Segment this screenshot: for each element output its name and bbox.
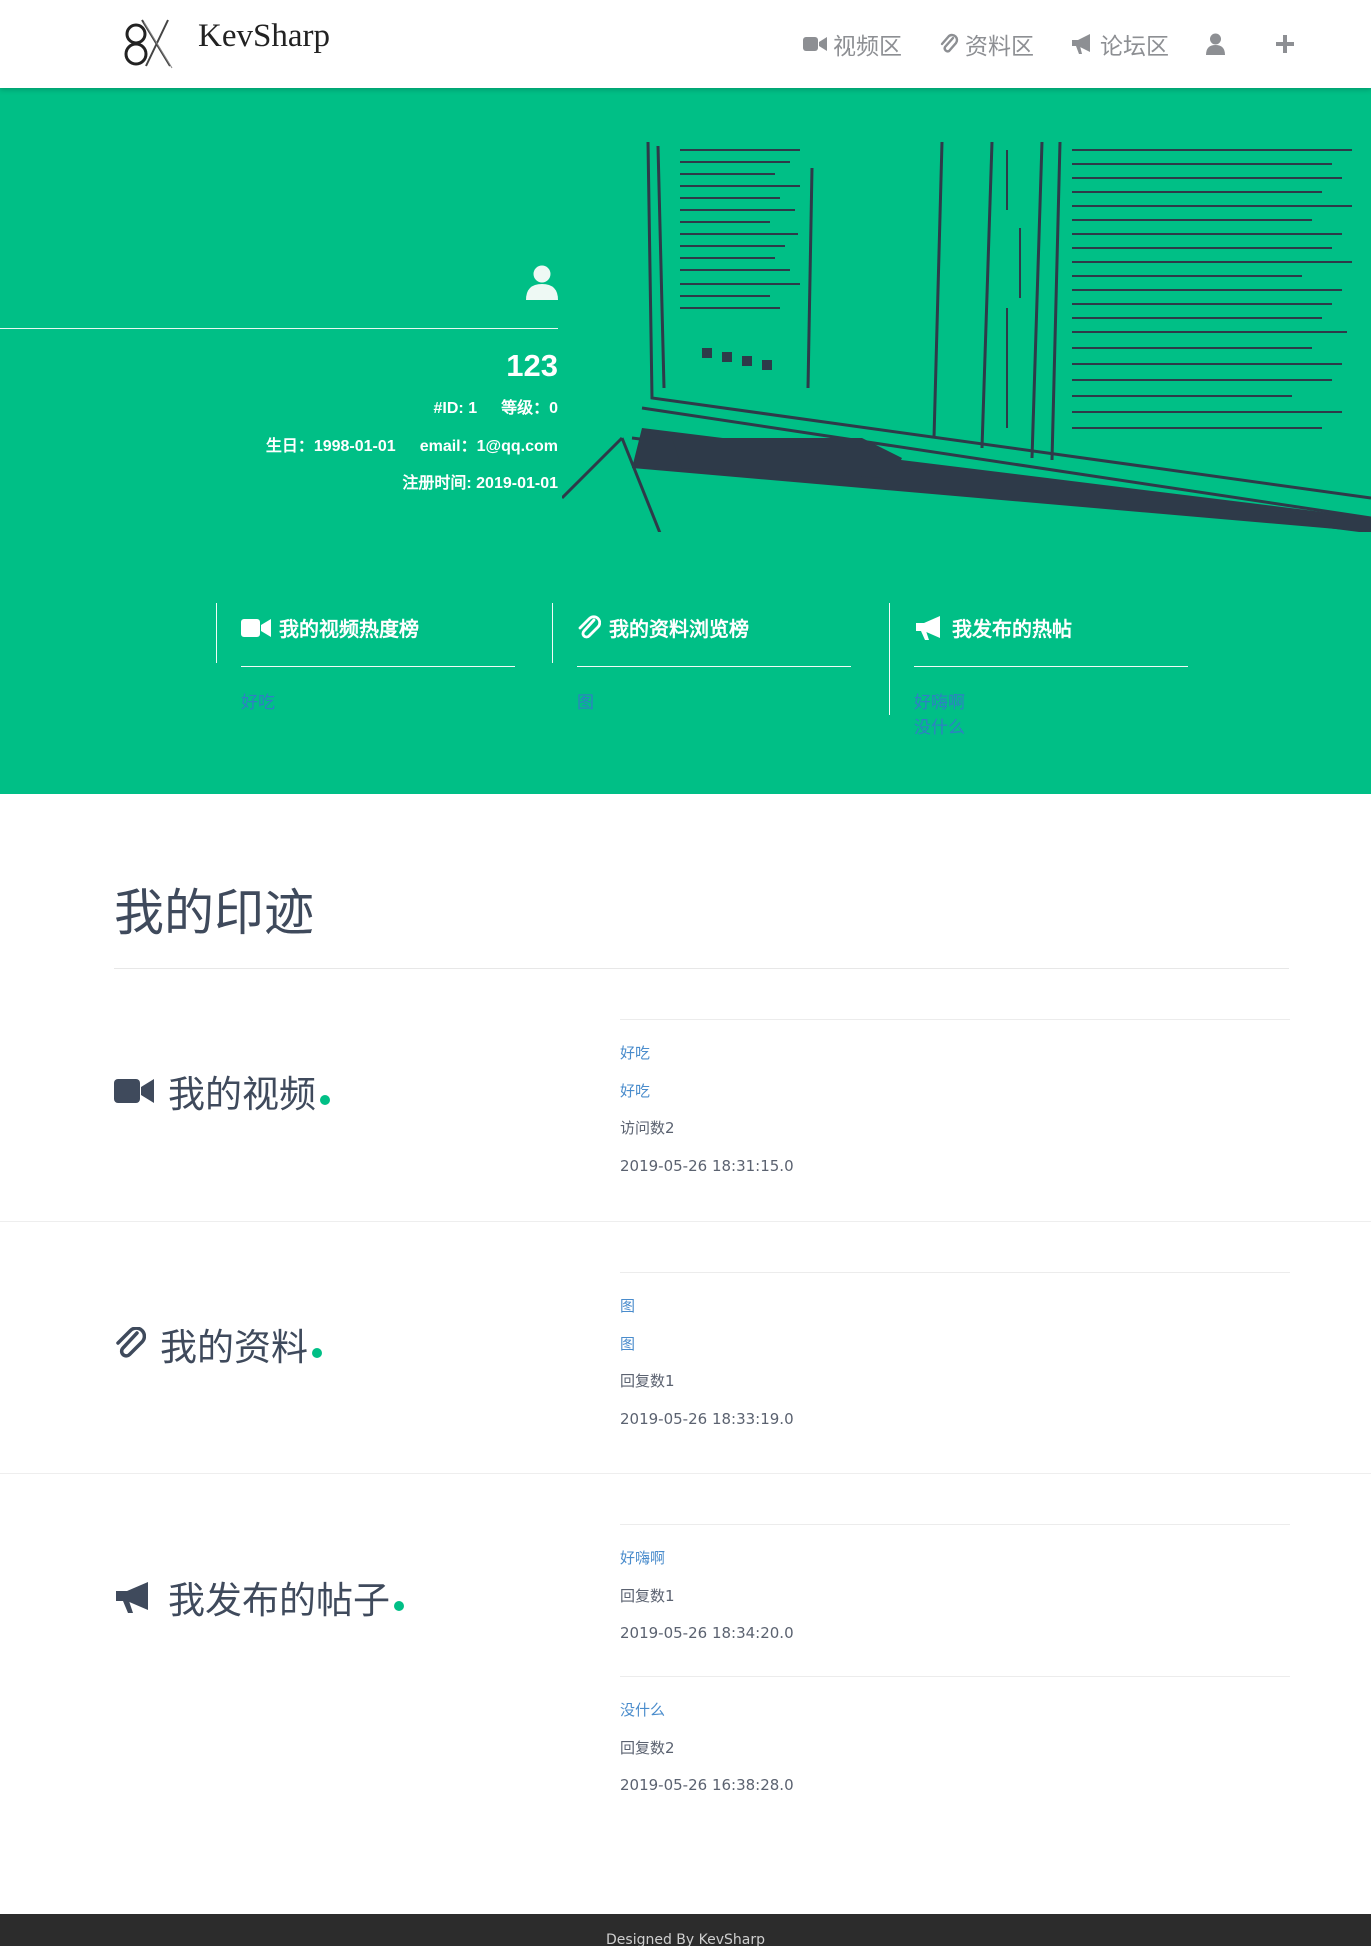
board-post-link[interactable]: 好嗨啊 bbox=[914, 691, 965, 716]
board-divider bbox=[241, 666, 515, 667]
paperclip-icon bbox=[578, 614, 601, 638]
video-entry-visits: 访问数2 bbox=[620, 1119, 675, 1137]
section-resources-title: 我的资料 bbox=[160, 1326, 308, 1369]
nav-forum[interactable]: 论坛区 bbox=[1070, 27, 1169, 61]
section-divider bbox=[0, 1473, 1371, 1474]
nav-resources[interactable]: 资料区 bbox=[939, 27, 1034, 61]
video-camera-icon bbox=[803, 37, 827, 51]
board-divider bbox=[577, 666, 851, 667]
board-hot-posts: 我发布的热帖 好嗨啊 没什么 bbox=[889, 603, 1189, 738]
board-video-title: 我的视频热度榜 bbox=[279, 617, 419, 641]
board-resource-links: 图 bbox=[577, 691, 594, 716]
nav-add[interactable] bbox=[1276, 27, 1300, 61]
board-posts-header: 我发布的热帖 bbox=[914, 613, 1072, 642]
board-post-link[interactable]: 没什么 bbox=[914, 716, 965, 741]
post-entry: 没什么 回复数2 2019-05-26 16:38:28.0 bbox=[620, 1676, 1290, 1814]
user-birthday: 生日：1998-01-01 bbox=[265, 438, 396, 455]
birthday-email-line: 生日：1998-01-01 email：1@qq.com bbox=[266, 432, 558, 456]
section-videos-title: 我的视频 bbox=[168, 1073, 316, 1116]
bullhorn-icon bbox=[916, 615, 940, 640]
board-divider bbox=[914, 666, 1188, 667]
resource-entry-link[interactable]: 图 bbox=[620, 1335, 1290, 1373]
profile-hero: 123 #ID: 1 等级：0 生日：1998-01-01 email：1@qq.c… bbox=[0, 88, 1371, 794]
board-video-link[interactable]: 好吃 bbox=[241, 691, 275, 716]
user-id: #ID: 1 bbox=[433, 400, 478, 417]
nav-user[interactable] bbox=[1206, 27, 1231, 61]
nav-resources-label: 资料区 bbox=[965, 34, 1034, 60]
paperclip-icon bbox=[116, 1327, 146, 1358]
page-title: 我的印迹 bbox=[114, 884, 314, 942]
computer-illustration bbox=[562, 141, 1371, 532]
logo-icon[interactable] bbox=[120, 12, 180, 74]
brand-name[interactable]: KevSharp bbox=[198, 18, 330, 55]
user-icon bbox=[1206, 33, 1225, 55]
section-posts-heading: 我发布的帖子 bbox=[114, 1570, 404, 1624]
plus-icon bbox=[1276, 35, 1294, 53]
section-posts-title: 我发布的帖子 bbox=[168, 1579, 390, 1622]
title-divider bbox=[114, 968, 1289, 969]
accent-dot bbox=[312, 1348, 322, 1358]
nav-forum-label: 论坛区 bbox=[1100, 34, 1169, 60]
post-entry-title[interactable]: 好嗨啊 bbox=[620, 1549, 1290, 1587]
resource-entry-title[interactable]: 图 bbox=[620, 1297, 1290, 1335]
board-resource-header: 我的资料浏览榜 bbox=[577, 613, 749, 642]
video-entry-link[interactable]: 好吃 bbox=[620, 1082, 1290, 1120]
post-entry-time: 2019-05-26 18:34:20.0 bbox=[620, 1624, 794, 1642]
board-resource-link[interactable]: 图 bbox=[577, 691, 594, 716]
board-resource-views: 我的资料浏览榜 图 bbox=[552, 603, 852, 713]
footer: Designed By KevSharp bbox=[0, 1914, 1371, 1946]
video-entry-time: 2019-05-26 18:31:15.0 bbox=[620, 1156, 794, 1175]
user-level: 等级：0 bbox=[501, 400, 558, 417]
bullhorn-icon bbox=[116, 1582, 148, 1613]
top-navbar: KevSharp 视频区 资料区 论坛区 bbox=[0, 0, 1371, 88]
footer-text: Designed By KevSharp bbox=[606, 1932, 765, 1946]
user-register-date: 注册时间: 2019-01-01 bbox=[402, 475, 558, 492]
post-entry-time: 2019-05-26 16:38:28.0 bbox=[620, 1776, 794, 1794]
board-video-hot: 我的视频热度榜 好吃 bbox=[216, 603, 516, 713]
resource-entry-time: 2019-05-26 18:33:19.0 bbox=[620, 1409, 794, 1428]
accent-dot bbox=[394, 1601, 404, 1611]
section-resources-heading: 我的资料 bbox=[114, 1317, 322, 1371]
post-entry: 好嗨啊 回复数1 2019-05-26 18:34:20.0 bbox=[620, 1524, 1290, 1662]
board-video-links: 好吃 bbox=[241, 691, 275, 716]
accent-dot bbox=[320, 1095, 330, 1105]
post-entry-replies: 回复数1 bbox=[620, 1586, 675, 1605]
register-line: 注册时间: 2019-01-01 bbox=[402, 469, 558, 493]
resource-entry: 图 图 回复数1 2019-05-26 18:33:19.0 bbox=[620, 1272, 1290, 1447]
paperclip-icon bbox=[940, 33, 959, 53]
profile-divider bbox=[0, 328, 558, 329]
video-entry-title[interactable]: 好吃 bbox=[620, 1044, 1290, 1082]
bullhorn-icon bbox=[1072, 34, 1090, 54]
section-divider bbox=[0, 1221, 1371, 1222]
user-email: email：1@qq.com bbox=[419, 438, 558, 455]
id-level-line: #ID: 1 等级：0 bbox=[434, 394, 558, 418]
board-resource-title: 我的资料浏览榜 bbox=[609, 617, 749, 641]
video-entry: 好吃 好吃 访问数2 2019-05-26 18:31:15.0 bbox=[620, 1019, 1290, 1194]
board-video-header: 我的视频热度榜 bbox=[241, 613, 419, 642]
post-entry-title[interactable]: 没什么 bbox=[620, 1701, 1290, 1739]
board-posts-links: 好嗨啊 没什么 bbox=[914, 691, 965, 741]
section-videos-heading: 我的视频 bbox=[114, 1064, 330, 1118]
nav-video-label: 视频区 bbox=[833, 34, 902, 60]
username: 123 bbox=[506, 348, 558, 383]
post-entry-replies: 回复数2 bbox=[620, 1738, 675, 1757]
video-camera-icon bbox=[241, 618, 271, 637]
board-posts-title: 我发布的热帖 bbox=[952, 617, 1072, 641]
avatar-icon bbox=[526, 265, 558, 300]
video-camera-icon bbox=[114, 1079, 154, 1103]
nav-video[interactable]: 视频区 bbox=[803, 27, 902, 61]
resource-entry-replies: 回复数1 bbox=[620, 1372, 675, 1390]
